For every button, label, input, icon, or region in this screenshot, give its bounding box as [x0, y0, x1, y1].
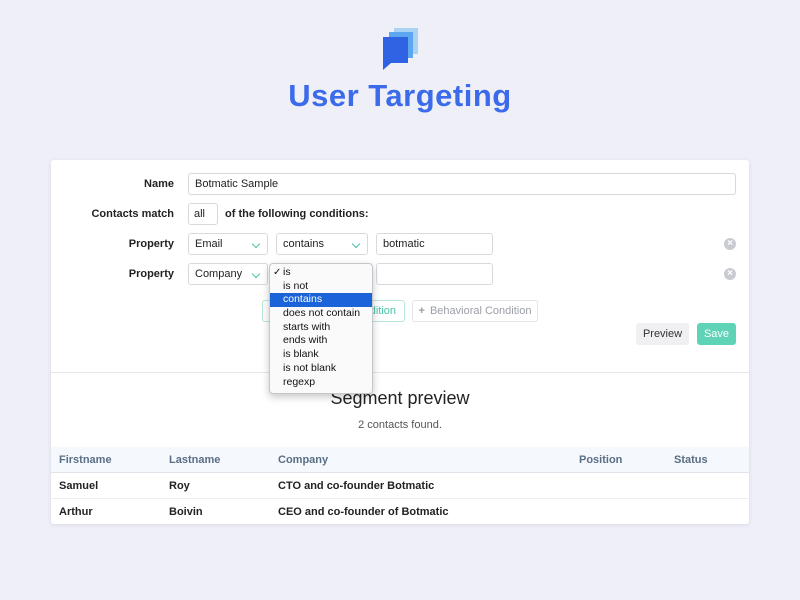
add-property-condition-label: dition — [369, 305, 396, 317]
segment-preview-title: Segment preview — [330, 388, 470, 408]
chevron-down-icon — [251, 269, 261, 279]
table-row[interactable]: Samuel Roy CTO and co-founder Botmatic — [51, 473, 749, 499]
cell-lastname: Roy — [169, 480, 190, 492]
plus-icon: + — [418, 305, 425, 317]
match-suffix-text: of the following conditions: — [225, 208, 369, 220]
condition-1-operator-value: contains — [283, 238, 324, 250]
dropdown-option-regexp[interactable]: regexp — [270, 376, 372, 390]
section-divider — [51, 372, 749, 373]
dropdown-option-contains[interactable]: contains — [270, 293, 372, 308]
operator-dropdown-menu: ✓ is is not contains does not contain sta… — [269, 263, 373, 394]
dropdown-option-starts-with[interactable]: starts with — [270, 321, 372, 335]
add-behavioral-condition-button[interactable]: + Behavioral Condition — [412, 300, 538, 322]
add-behavioral-condition-label: Behavioral Condition — [429, 305, 532, 317]
checkmark-icon: ✓ — [273, 267, 282, 278]
column-header-firstname[interactable]: Firstname — [59, 454, 112, 466]
table-row[interactable]: Arthur Boivin CEO and co-founder of Botm… — [51, 499, 749, 525]
segment-editor-card: Name Botmatic Sample Contacts match all … — [51, 160, 749, 524]
name-label: Name — [144, 178, 174, 190]
option-label: is — [283, 266, 291, 278]
remove-condition-1-icon[interactable]: × — [724, 238, 736, 250]
match-select[interactable]: all — [188, 203, 218, 225]
condition-1-operator-select[interactable]: contains — [276, 233, 368, 255]
dropdown-option-ends-with[interactable]: ends with — [270, 334, 372, 348]
table-header: Firstname Lastname Company Position Stat… — [51, 447, 749, 473]
column-header-position[interactable]: Position — [579, 454, 622, 466]
column-header-company[interactable]: Company — [278, 454, 328, 466]
condition-2-value-input[interactable] — [376, 263, 493, 285]
preview-button[interactable]: Preview — [636, 323, 689, 345]
cell-lastname: Boivin — [169, 506, 203, 518]
condition-1-property-value: Email — [195, 238, 223, 250]
contacts-match-label: Contacts match — [91, 208, 174, 220]
chevron-down-icon — [351, 239, 361, 249]
name-input[interactable]: Botmatic Sample — [188, 173, 736, 195]
column-header-status[interactable]: Status — [674, 454, 708, 466]
dropdown-option-does-not-contain[interactable]: does not contain — [270, 307, 372, 321]
chevron-down-icon — [251, 239, 261, 249]
column-header-lastname[interactable]: Lastname — [169, 454, 220, 466]
dropdown-option-is-not-blank[interactable]: is not blank — [270, 362, 372, 376]
chat-stack-icon — [383, 28, 418, 70]
cell-firstname: Arthur — [59, 506, 93, 518]
contacts-found-text: 2 contacts found. — [358, 419, 442, 431]
dropdown-option-is-not[interactable]: is not — [270, 280, 372, 294]
dropdown-option-is-blank[interactable]: is blank — [270, 348, 372, 362]
save-button[interactable]: Save — [697, 323, 736, 345]
condition-1-property-select[interactable]: Email — [188, 233, 268, 255]
page-title: User Targeting — [288, 78, 512, 113]
cell-company: CTO and co-founder Botmatic — [278, 480, 435, 492]
condition-2-label: Property — [128, 268, 174, 280]
dropdown-option-is[interactable]: ✓ is — [270, 266, 372, 280]
condition-1-value-input[interactable]: botmatic — [376, 233, 493, 255]
condition-2-property-value: Company — [195, 268, 243, 280]
remove-condition-2-icon[interactable]: × — [724, 268, 736, 280]
condition-1-label: Property — [128, 238, 174, 250]
condition-2-property-select[interactable]: Company — [188, 263, 268, 285]
cell-company: CEO and co-founder of Botmatic — [278, 506, 449, 518]
cell-firstname: Samuel — [59, 480, 99, 492]
